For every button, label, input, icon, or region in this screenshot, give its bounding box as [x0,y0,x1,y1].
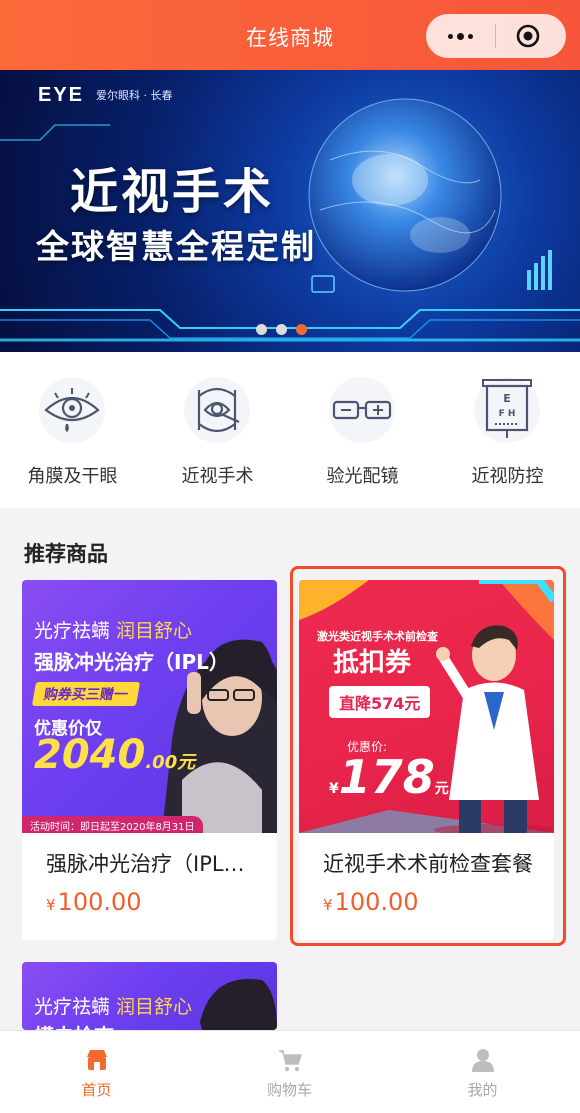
section-title: 推荐商品 [24,542,108,566]
banner-logo-sub: 爱尔眼科 · 长春 [96,89,173,102]
svg-text:E: E [503,392,511,405]
user-icon [472,1049,494,1072]
tab-label: 首页 [81,1081,112,1099]
tab-label: 购物车 [266,1081,312,1099]
glasses-icon [329,377,395,443]
product-image[interactable]: 光疗祛螨 润目舒心 螨虫检查 [22,962,277,1030]
poster-line1: 光疗祛螨 润目舒心 [34,996,193,1018]
mini-program-capsule [426,14,566,58]
close-target-icon[interactable] [516,24,540,48]
poster-footer: 活动时间：即日起至2020年8月31日 [22,816,203,833]
category-myopia-prevention[interactable]: E F H 近视防控 [435,352,580,508]
banner-headline: 近视手术 [70,164,275,220]
category-myopia-surgery[interactable]: 近视手术 [145,352,290,508]
product-card-ipl[interactable]: 光疗祛螨 润目舒心 强脉冲光治疗（IPL） 购券买三赠一 优惠价仅 2040.0… [22,580,277,940]
category-label: 近视防控 [471,466,544,487]
category-label: 近视手术 [181,466,254,487]
carousel-dot-active[interactable] [296,324,307,335]
more-menu-icon[interactable] [442,21,478,51]
surgery-eye-icon [184,377,250,443]
product-price: ¥100.00 [46,888,142,916]
product-card-mite-check[interactable]: 光疗祛螨 润目舒心 螨虫检查 [22,962,277,1030]
capsule-divider [495,24,496,48]
cart-icon [279,1050,303,1072]
category-label: 验光配镜 [326,466,399,487]
tab-profile[interactable]: 我的 [386,1031,579,1113]
promo-banner[interactable]: EYE 爱尔眼科 · 长春 近视手术 全球智慧全程定制 [0,70,580,352]
poster-line1: 光疗祛螨 润目舒心 [34,620,193,642]
poster-price: 2040.00元 [34,732,196,778]
tab-cart[interactable]: 购物车 [193,1031,386,1113]
tab-home[interactable]: 首页 [0,1031,193,1113]
banner-subheadline: 全球智慧全程定制 [36,227,316,266]
poster-tag: 购券买三赠一 [31,682,141,706]
banner-logo: EYE [38,84,85,106]
bottom-tab-bar: 首页 购物车 我的 [0,1030,580,1113]
carousel-indicator [256,324,307,335]
tab-label: 我的 [467,1081,498,1099]
carousel-dot[interactable] [276,324,287,335]
selection-highlight [290,566,566,946]
poster-line2: 螨虫检查 [34,1020,114,1030]
product-image[interactable]: 光疗祛螨 润目舒心 强脉冲光治疗（IPL） 购券买三赠一 优惠价仅 2040.0… [22,580,277,833]
app-header: 在线商城 [0,0,580,70]
svg-text:F H: F H [499,409,516,419]
poster-line2: 强脉冲光治疗（IPL） [34,650,229,674]
category-cornea-dry-eye[interactable]: 角膜及干眼 [0,352,145,508]
category-label: 角膜及干眼 [27,466,118,487]
product-name[interactable]: 强脉冲光治疗（IPL… [46,848,266,878]
category-nav: 角膜及干眼 近视手术 验光配镜 E F H 近视防控 [0,352,580,508]
eye-chart-icon: E F H [474,377,540,443]
category-optometry-glasses[interactable]: 验光配镜 [290,352,435,508]
home-icon [87,1050,107,1070]
eye-icon [39,377,105,443]
carousel-dot[interactable] [256,324,267,335]
